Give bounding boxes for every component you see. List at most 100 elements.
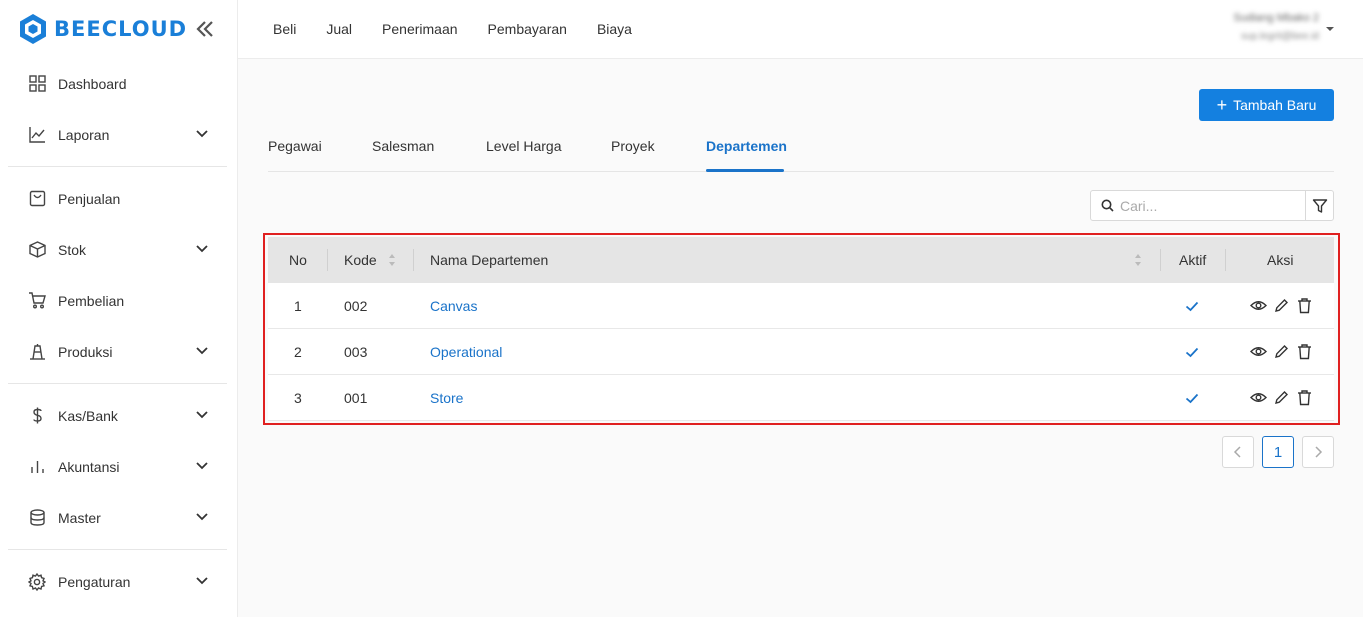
user-menu[interactable]: Sudiang Mbako 2 sup.legrit@bee.id — [1225, 10, 1335, 48]
cell-no: 3 — [294, 390, 302, 406]
tab-bar: Pegawai Salesman Level Harga Proyek Depa… — [268, 124, 1334, 172]
sort-icon[interactable] — [1134, 253, 1142, 267]
search-input[interactable] — [1120, 197, 1290, 214]
view-eye-icon[interactable] — [1250, 297, 1267, 314]
table-header: No Kode Nama Departemen Aktif Aksi — [268, 237, 1334, 283]
table-row: 3 001 Store — [268, 375, 1334, 421]
sidebar-item-label: Master — [58, 509, 101, 526]
topnav-pembayaran[interactable]: Pembayaran — [488, 21, 567, 37]
bee-logo-icon — [20, 14, 46, 44]
sidebar-item-label: Produksi — [58, 343, 113, 360]
pagination-prev[interactable] — [1222, 436, 1254, 468]
cell-kode: 003 — [344, 344, 368, 360]
edit-pencil-icon[interactable] — [1273, 343, 1290, 360]
user-name: Sudiang Mbako 2 — [1233, 12, 1319, 24]
tab-proyek[interactable]: Proyek — [611, 138, 655, 154]
sidebar-item-label: Akuntansi — [58, 458, 120, 475]
tab-salesman[interactable]: Salesman — [372, 138, 434, 154]
view-eye-icon[interactable] — [1250, 343, 1267, 360]
col-header-kode[interactable]: Kode — [344, 252, 377, 268]
row-actions — [1250, 343, 1313, 360]
filter-icon — [1312, 198, 1327, 213]
sort-icon[interactable] — [388, 253, 396, 267]
edit-pencil-icon[interactable] — [1273, 389, 1290, 406]
cell-nama-link[interactable]: Canvas — [430, 298, 477, 314]
column-divider — [413, 249, 414, 271]
sidebar-item-label: Laporan — [58, 126, 110, 143]
sidebar-divider — [8, 549, 227, 550]
chevron-down-icon — [196, 245, 208, 253]
sidebar-item-label: Penjualan — [58, 190, 121, 207]
add-new-label: Tambah Baru — [1233, 97, 1317, 113]
table-row: 2 003 Operational — [268, 329, 1334, 375]
bar-chart-icon — [28, 458, 46, 476]
active-tab-indicator — [706, 169, 784, 172]
chevron-down-icon — [196, 462, 208, 470]
chevron-down-icon — [196, 347, 208, 355]
sidebar-item-dashboard[interactable]: Dashboard — [8, 58, 227, 109]
sidebar-item-laporan[interactable]: Laporan — [8, 109, 227, 160]
brand-logo[interactable]: BEECLOUD — [18, 12, 224, 46]
edit-pencil-icon[interactable] — [1273, 297, 1290, 314]
pagination-page-current[interactable]: 1 — [1262, 436, 1294, 468]
column-divider — [1225, 249, 1226, 271]
add-new-button[interactable]: + Tambah Baru — [1199, 89, 1334, 121]
chart-line-icon — [28, 126, 46, 144]
sidebar: BEECLOUD Dashboard Laporan Penjualan Sto… — [0, 0, 238, 617]
delete-trash-icon[interactable] — [1296, 389, 1313, 406]
factory-icon — [28, 343, 46, 361]
cell-nama-link[interactable]: Operational — [430, 344, 502, 360]
sidebar-item-kas-bank[interactable]: Kas/Bank — [8, 390, 227, 441]
user-email: sup.legrit@bee.id — [1241, 31, 1319, 42]
sidebar-item-pembelian[interactable]: Pembelian — [8, 275, 227, 326]
shopping-bag-icon — [28, 190, 46, 208]
sidebar-divider — [8, 383, 227, 384]
pagination-next[interactable] — [1302, 436, 1334, 468]
col-header-aktif: Aktif — [1179, 252, 1207, 268]
check-icon — [1185, 347, 1199, 358]
sidebar-item-master[interactable]: Master — [8, 492, 227, 543]
tab-level-harga[interactable]: Level Harga — [486, 138, 562, 154]
gear-icon — [28, 572, 46, 591]
search-icon — [1101, 199, 1114, 212]
delete-trash-icon[interactable] — [1296, 297, 1313, 314]
delete-trash-icon[interactable] — [1296, 343, 1313, 360]
topnav-biaya[interactable]: Biaya — [597, 21, 632, 37]
chevron-down-icon — [196, 513, 208, 521]
column-divider — [1160, 249, 1161, 271]
col-header-nama[interactable]: Nama Departemen — [430, 252, 548, 268]
sidebar-item-penjualan[interactable]: Penjualan — [8, 173, 227, 224]
cell-kode: 002 — [344, 298, 368, 314]
sidebar-item-stok[interactable]: Stok — [8, 224, 227, 275]
chevron-left-icon — [1233, 446, 1241, 458]
topnav-jual[interactable]: Jual — [326, 21, 352, 37]
top-bar: Beli Jual Penerimaan Pembayaran Biaya Su… — [238, 0, 1363, 59]
topnav-beli[interactable]: Beli — [273, 21, 296, 37]
column-divider — [327, 249, 328, 271]
filter-button[interactable] — [1305, 190, 1334, 221]
col-header-no: No — [289, 252, 307, 268]
cart-icon — [28, 292, 46, 310]
cell-no: 1 — [294, 298, 302, 314]
check-icon — [1185, 301, 1199, 312]
sidebar-item-pengaturan[interactable]: Pengaturan — [8, 556, 227, 607]
dollar-icon — [28, 407, 46, 425]
chevron-down-icon — [196, 130, 208, 138]
sidebar-item-label: Dashboard — [58, 75, 127, 92]
check-icon — [1185, 393, 1199, 404]
col-header-aksi: Aksi — [1267, 252, 1294, 268]
sidebar-item-produksi[interactable]: Produksi — [8, 326, 227, 377]
brand-name: BEECLOUD — [54, 17, 188, 41]
tab-pegawai[interactable]: Pegawai — [268, 138, 322, 154]
table-row: 1 002 Canvas — [268, 283, 1334, 329]
tab-departemen[interactable]: Departemen — [706, 138, 787, 154]
topnav-penerimaan[interactable]: Penerimaan — [382, 21, 458, 37]
view-eye-icon[interactable] — [1250, 389, 1267, 406]
cell-nama-link[interactable]: Store — [430, 390, 463, 406]
dashboard-grid-icon — [28, 75, 46, 93]
sidebar-item-akuntansi[interactable]: Akuntansi — [8, 441, 227, 492]
collapse-sidebar-icon[interactable] — [194, 18, 216, 40]
chevron-down-icon — [196, 577, 208, 585]
cube-icon — [28, 241, 46, 259]
sidebar-divider — [8, 166, 227, 167]
